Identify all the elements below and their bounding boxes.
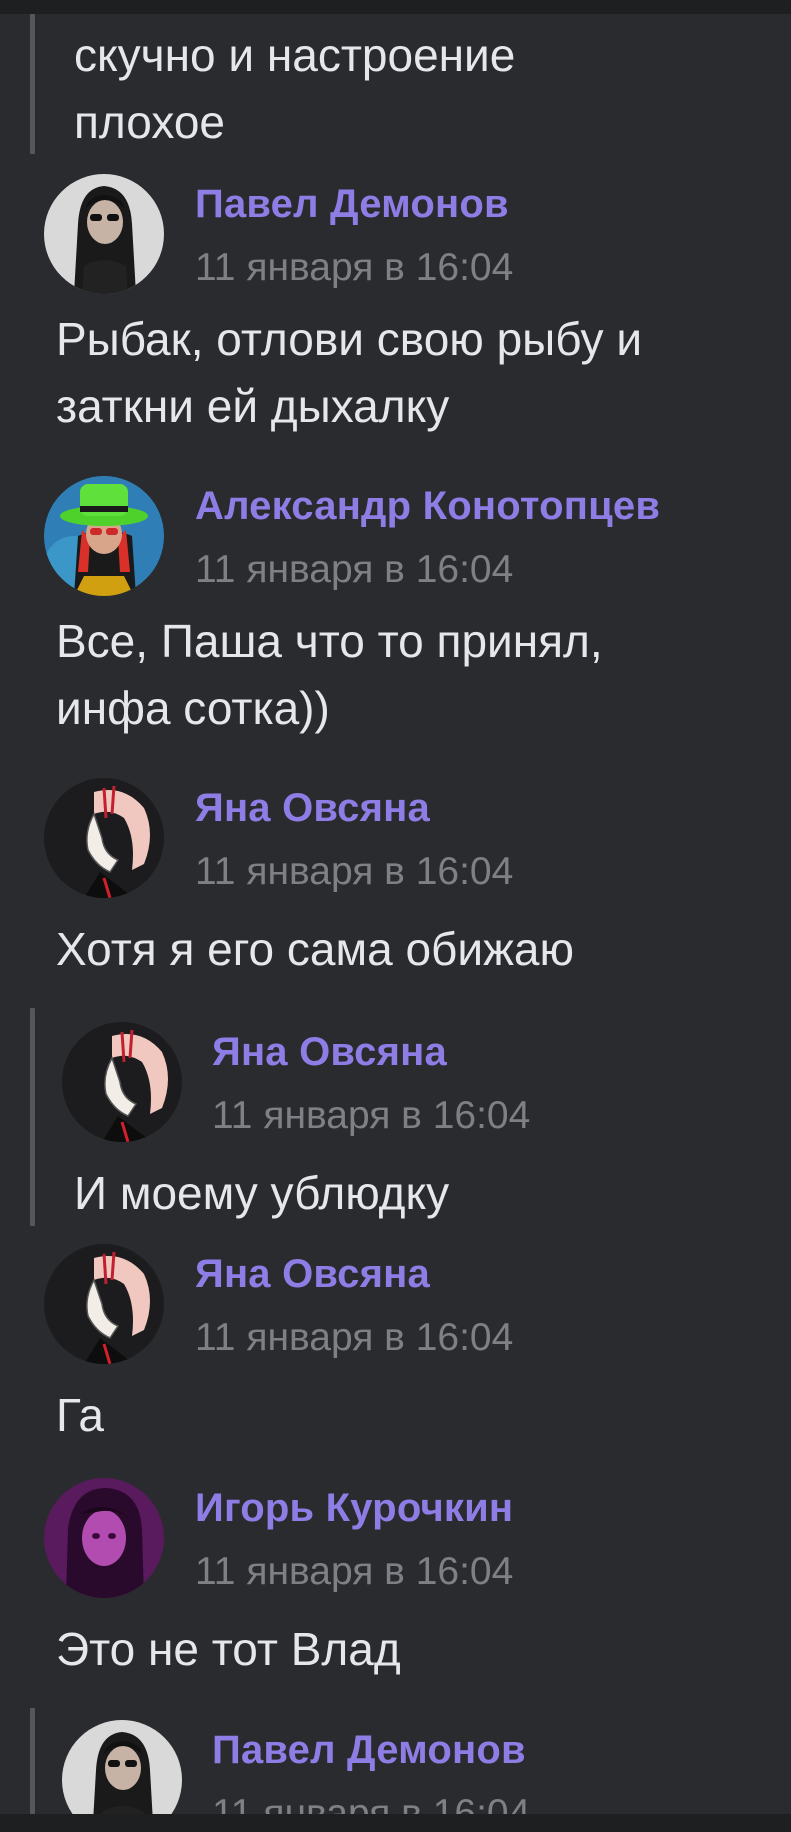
- author-name[interactable]: Яна Овсяна: [212, 1030, 447, 1075]
- author-name[interactable]: Павел Демонов: [212, 1728, 526, 1773]
- message-text: Все, Паша что то принял, инфа сотка)): [56, 615, 603, 734]
- anime-girl-avatar-icon: [62, 1022, 182, 1142]
- anime-girl-avatar-icon: [44, 778, 164, 898]
- timestamp: 11 января в 16:04: [212, 1094, 531, 1137]
- comment-item: Павел Демонов 11 января в 16:04: [0, 1716, 791, 1814]
- timestamp: 11 января в 16:04: [195, 1550, 514, 1593]
- purple-portrait-avatar-icon: [44, 1478, 164, 1598]
- long-hair-man-avatar-icon: [62, 1720, 182, 1814]
- avatar[interactable]: [44, 476, 164, 596]
- anime-girl-avatar-icon: [44, 1244, 164, 1364]
- timestamp: 11 января в 16:04: [195, 1316, 514, 1359]
- timestamp: 11 января в 16:04: [195, 850, 514, 893]
- long-hair-man-avatar-icon: [44, 174, 164, 294]
- message-text: Рыбак, отлови свою рыбу и заткни ей дыха…: [56, 313, 643, 432]
- avatar[interactable]: [62, 1022, 182, 1142]
- author-name[interactable]: Александр Конотопцев: [195, 484, 660, 529]
- author-name[interactable]: Яна Овсяна: [195, 1252, 430, 1297]
- avatar[interactable]: [44, 778, 164, 898]
- thread-rail: [30, 14, 35, 154]
- status-strip: [0, 0, 791, 14]
- timestamp: 11 января в 16:04: [212, 1792, 531, 1814]
- author-name[interactable]: Игорь Курочкин: [195, 1486, 513, 1531]
- message-text: Хотя я его сама обижаю: [56, 923, 574, 975]
- timestamp: 11 января в 16:04: [195, 548, 514, 591]
- green-hat-man-avatar-icon: [44, 476, 164, 596]
- author-name[interactable]: Павел Демонов: [195, 182, 509, 227]
- message-text: Га: [56, 1389, 104, 1441]
- message-text: скучно и настроение плохое: [74, 29, 516, 148]
- timestamp: 11 января в 16:04: [195, 246, 514, 289]
- author-name[interactable]: Яна Овсяна: [195, 786, 430, 831]
- bottom-strip: [0, 1814, 791, 1832]
- avatar[interactable]: [44, 174, 164, 294]
- avatar[interactable]: [44, 1244, 164, 1364]
- avatar[interactable]: [44, 1478, 164, 1598]
- thread-rail: [30, 1008, 35, 1226]
- message-text: Это не тот Влад: [56, 1623, 401, 1675]
- avatar[interactable]: [62, 1720, 182, 1814]
- message-text: И моему ублюдку: [74, 1167, 450, 1219]
